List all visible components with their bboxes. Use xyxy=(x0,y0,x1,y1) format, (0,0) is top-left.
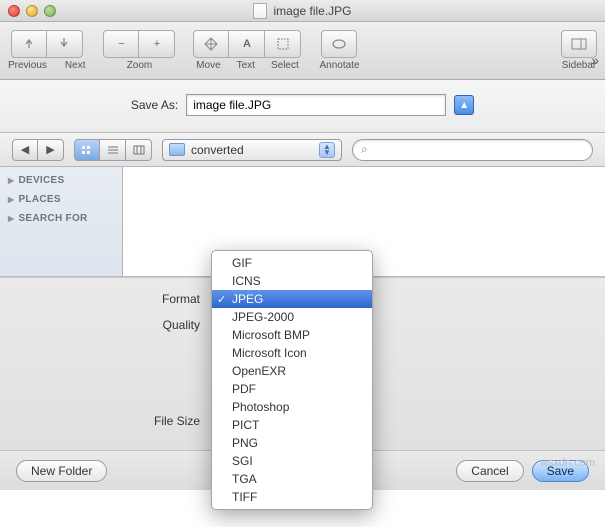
format-option-tga[interactable]: TGA xyxy=(212,470,372,488)
back-button[interactable]: ◀ xyxy=(12,139,38,161)
popup-arrows-icon: ▲▼ xyxy=(319,142,335,158)
format-option-icns[interactable]: ICNS xyxy=(212,272,372,290)
search-input[interactable] xyxy=(372,143,584,157)
move-label: Move xyxy=(196,60,220,71)
zoom-label: Zoom xyxy=(127,60,153,71)
select-button[interactable] xyxy=(265,30,301,58)
format-option-png[interactable]: PNG xyxy=(212,434,372,452)
column-view-button[interactable] xyxy=(126,139,152,161)
quality-label: Quality xyxy=(20,318,200,332)
traffic-lights xyxy=(8,5,56,17)
next-button[interactable] xyxy=(47,30,83,58)
format-option-pict[interactable]: PICT xyxy=(212,416,372,434)
document-proxy-icon xyxy=(253,3,267,19)
sidebar-header-searchfor[interactable]: SEARCH FOR xyxy=(0,209,122,228)
format-option-pdf[interactable]: PDF xyxy=(212,380,372,398)
annotate-button[interactable] xyxy=(321,30,357,58)
path-label: converted xyxy=(191,143,244,157)
watermark: wsxdn.com xyxy=(540,457,595,469)
sidebar-header-places[interactable]: PLACES xyxy=(0,190,122,209)
zoom-window-button[interactable] xyxy=(44,5,56,17)
forward-button[interactable]: ▶ xyxy=(38,139,64,161)
icon-view-button[interactable] xyxy=(74,139,100,161)
format-option-microsoft-bmp[interactable]: Microsoft BMP xyxy=(212,326,372,344)
saveas-label: Save As: xyxy=(131,98,178,112)
move-button[interactable] xyxy=(193,30,229,58)
format-option-tiff[interactable]: TIFF xyxy=(212,488,372,506)
format-label: Format xyxy=(20,292,200,306)
zoom-in-button[interactable]: + xyxy=(139,30,175,58)
path-popup[interactable]: converted ▲▼ xyxy=(162,139,342,161)
finder-sidebar: DEVICES PLACES SEARCH FOR xyxy=(0,167,123,276)
format-option-sgi[interactable]: SGI xyxy=(212,452,372,470)
new-folder-button[interactable]: New Folder xyxy=(16,460,107,482)
previous-label: Previous xyxy=(8,60,47,71)
toolbar-overflow-icon[interactable]: » xyxy=(591,52,599,68)
minimize-window-button[interactable] xyxy=(26,5,38,17)
window-titlebar: image file.JPG xyxy=(0,0,605,22)
sidebar-header-devices[interactable]: DEVICES xyxy=(0,171,122,190)
history-nav: ◀ ▶ xyxy=(12,139,64,161)
filesize-label: File Size xyxy=(20,414,200,428)
previous-button[interactable] xyxy=(11,30,47,58)
format-option-jpeg-2000[interactable]: JPEG-2000 xyxy=(212,308,372,326)
view-switcher xyxy=(74,139,152,161)
format-option-jpeg[interactable]: JPEG xyxy=(212,290,372,308)
folder-icon xyxy=(169,143,185,156)
format-dropdown-menu[interactable]: GIFICNSJPEGJPEG-2000Microsoft BMPMicroso… xyxy=(211,250,373,510)
saveas-input[interactable] xyxy=(186,94,446,116)
next-label: Next xyxy=(65,60,86,71)
format-option-microsoft-icon[interactable]: Microsoft Icon xyxy=(212,344,372,362)
text-label: Text xyxy=(237,60,255,71)
collapse-sheet-button[interactable]: ▲ xyxy=(454,95,474,115)
close-window-button[interactable] xyxy=(8,5,20,17)
search-field[interactable]: ⌕ xyxy=(352,139,593,161)
finder-navbar: ◀ ▶ converted ▲▼ ⌕ xyxy=(0,133,605,167)
window-title: image file.JPG xyxy=(273,4,351,18)
save-sheet: Save As: ▲ xyxy=(0,80,605,133)
format-option-openexr[interactable]: OpenEXR xyxy=(212,362,372,380)
cancel-button[interactable]: Cancel xyxy=(456,460,523,482)
text-button[interactable]: A xyxy=(229,30,265,58)
zoom-out-button[interactable]: − xyxy=(103,30,139,58)
main-toolbar: Previous Next − + Zoom A Move Text Selec… xyxy=(0,22,605,80)
format-option-photoshop[interactable]: Photoshop xyxy=(212,398,372,416)
format-option-gif[interactable]: GIF xyxy=(212,254,372,272)
annotate-label: Annotate xyxy=(319,60,359,71)
list-view-button[interactable] xyxy=(100,139,126,161)
select-label: Select xyxy=(271,60,299,71)
search-icon: ⌕ xyxy=(361,142,368,157)
